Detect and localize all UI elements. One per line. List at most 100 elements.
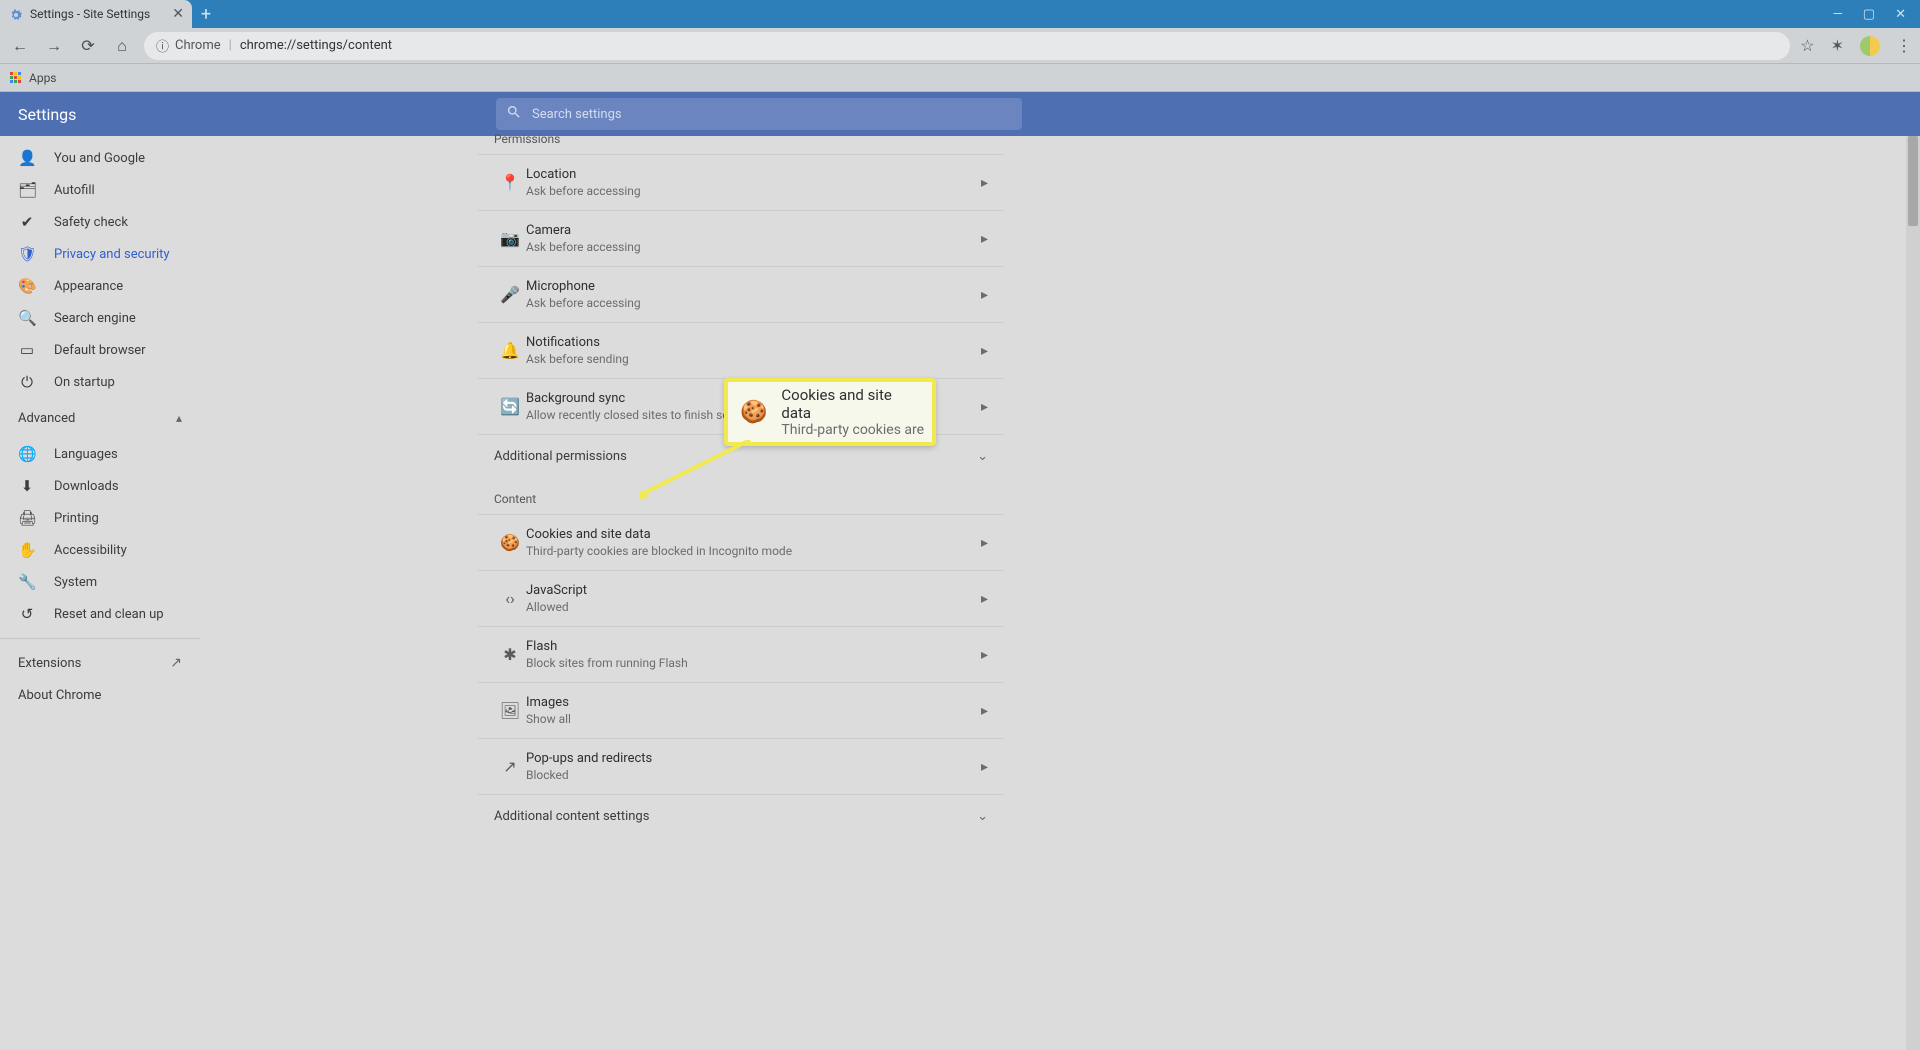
profile-avatar[interactable] [1860,36,1880,56]
back-button[interactable]: ← [8,34,32,58]
sidebar-item-search-engine[interactable]: 🔍Search engine [0,302,200,334]
sidebar-item-default-browser[interactable]: ▭Default browser [0,334,200,366]
cookie-icon: 🍪 [740,400,767,425]
chevron-up-icon: ▴ [176,411,182,425]
chevron-right-icon: ▸ [981,231,988,247]
url-scheme-label: Chrome [175,38,221,53]
address-bar[interactable]: ⓘ Chrome | chrome://settings/content [144,32,1790,60]
row-javascript[interactable]: ‹› JavaScriptAllowed ▸ [478,570,1004,626]
sidebar-item-printing[interactable]: 🖨Printing [0,502,200,534]
chevron-right-icon: ▸ [981,343,988,359]
home-button[interactable]: ⌂ [110,34,134,58]
download-icon: ⬇ [18,477,36,495]
person-icon: 👤 [18,149,36,167]
search-icon: 🔍 [18,309,36,327]
settings-sidebar: 👤You and Google 🗂Autofill ✔Safety check … [0,136,200,711]
camera-icon: 📷 [494,229,526,248]
accessibility-icon: ✋ [18,541,36,559]
sidebar-item-reset[interactable]: ↺Reset and clean up [0,598,200,630]
expander-additional-content[interactable]: Additional content settings ⌄ [478,794,1004,838]
browser-icon: ▭ [18,341,36,359]
kebab-menu-icon[interactable]: ⋮ [1896,36,1912,55]
settings-header: Settings [0,92,1920,136]
sidebar-advanced-toggle[interactable]: Advanced ▴ [0,398,200,438]
chevron-right-icon: ▸ [981,759,988,775]
sidebar-item-you-and-google[interactable]: 👤You and Google [0,142,200,174]
callout-title: Cookies and site data [781,386,924,422]
site-info-icon[interactable]: ⓘ [156,36,169,55]
bell-icon: 🔔 [494,341,526,360]
sidebar-item-languages[interactable]: 🌐Languages [0,438,200,470]
settings-search-input[interactable] [532,107,1012,122]
sidebar-item-system[interactable]: 🔧System [0,566,200,598]
location-icon: 📍 [494,173,526,192]
apps-icon[interactable] [10,72,21,83]
content-area: 👤You and Google 🗂Autofill ✔Safety check … [0,136,1920,1050]
image-icon: 🖼 [494,701,526,720]
vertical-scrollbar[interactable] [1906,136,1920,1050]
sidebar-item-extensions[interactable]: Extensions ↗ [0,647,200,679]
chevron-right-icon: ▸ [981,647,988,663]
row-camera[interactable]: 📷 CameraAsk before accessing ▸ [478,210,1004,266]
microphone-icon: 🎤 [494,285,526,304]
sidebar-item-appearance[interactable]: 🎨Appearance [0,270,200,302]
sidebar-item-accessibility[interactable]: ✋Accessibility [0,534,200,566]
chevron-right-icon: ▸ [981,535,988,551]
plugin-icon: ✱ [494,645,526,664]
callout-subtitle: Third-party cookies are [781,422,924,438]
chevron-right-icon: ▸ [981,175,988,191]
row-notifications[interactable]: 🔔 NotificationsAsk before sending ▸ [478,322,1004,378]
search-icon [506,104,522,124]
check-shield-icon: ✔ [18,213,36,231]
maximize-button[interactable]: ▢ [1863,7,1875,22]
sidebar-item-autofill[interactable]: 🗂Autofill [0,174,200,206]
bookmarks-bar: Apps [0,64,1920,92]
row-microphone[interactable]: 🎤 MicrophoneAsk before accessing ▸ [478,266,1004,322]
palette-icon: 🎨 [18,277,36,295]
clipboard-icon: 🗂 [18,181,36,199]
sidebar-item-about-chrome[interactable]: About Chrome [0,679,200,711]
close-tab-icon[interactable]: ✕ [172,6,184,22]
extensions-icon[interactable]: ✶ [1831,36,1844,55]
row-cookies[interactable]: 🍪 Cookies and site dataThird-party cooki… [478,514,1004,570]
sidebar-item-privacy-and-security[interactable]: 🛡Privacy and security [0,238,200,270]
section-content-title: Content [478,478,1004,514]
annotation-callout: 🍪 Cookies and site data Third-party cook… [724,378,936,446]
sidebar-item-safety-check[interactable]: ✔Safety check [0,206,200,238]
chevron-right-icon: ▸ [981,399,988,415]
window-controls: — ▢ ✕ [1819,0,1920,28]
new-tab-button[interactable]: + [192,0,220,28]
shield-icon: 🛡 [18,245,36,263]
chevron-down-icon: ⌄ [977,449,988,464]
apps-label[interactable]: Apps [29,71,57,85]
window-titlebar: Settings - Site Settings ✕ + — ▢ ✕ [0,0,1920,28]
reload-button[interactable]: ⟳ [76,34,100,58]
section-permissions-title: Permissions [478,132,1004,154]
sidebar-item-downloads[interactable]: ⬇Downloads [0,470,200,502]
chevron-right-icon: ▸ [981,287,988,303]
chevron-right-icon: ▸ [981,703,988,719]
gear-icon [8,7,22,21]
wrench-icon: 🔧 [18,573,36,591]
browser-toolbar: ← → ⟳ ⌂ ⓘ Chrome | chrome://settings/con… [0,28,1920,64]
close-window-button[interactable]: ✕ [1895,7,1906,22]
globe-icon: 🌐 [18,445,36,463]
restore-icon: ↺ [18,605,36,623]
browser-tab[interactable]: Settings - Site Settings ✕ [0,0,192,28]
scrollbar-thumb[interactable] [1908,136,1918,226]
settings-main-panel: Permissions 📍 LocationAsk before accessi… [478,136,1004,1050]
print-icon: 🖨 [18,509,36,527]
bookmark-star-icon[interactable]: ☆ [1800,36,1814,55]
forward-button[interactable]: → [42,34,66,58]
settings-search[interactable] [496,98,1022,130]
minimize-button[interactable]: — [1833,7,1843,22]
row-flash[interactable]: ✱ FlashBlock sites from running Flash ▸ [478,626,1004,682]
popup-icon: ↗ [494,757,526,776]
row-images[interactable]: 🖼 ImagesShow all ▸ [478,682,1004,738]
row-popups[interactable]: ↗ Pop-ups and redirectsBlocked ▸ [478,738,1004,794]
sidebar-item-on-startup[interactable]: ⏻On startup [0,366,200,398]
row-location[interactable]: 📍 LocationAsk before accessing ▸ [478,154,1004,210]
cookie-icon: 🍪 [494,533,526,552]
chevron-down-icon: ⌄ [977,809,988,824]
url-text: chrome://settings/content [240,38,392,53]
